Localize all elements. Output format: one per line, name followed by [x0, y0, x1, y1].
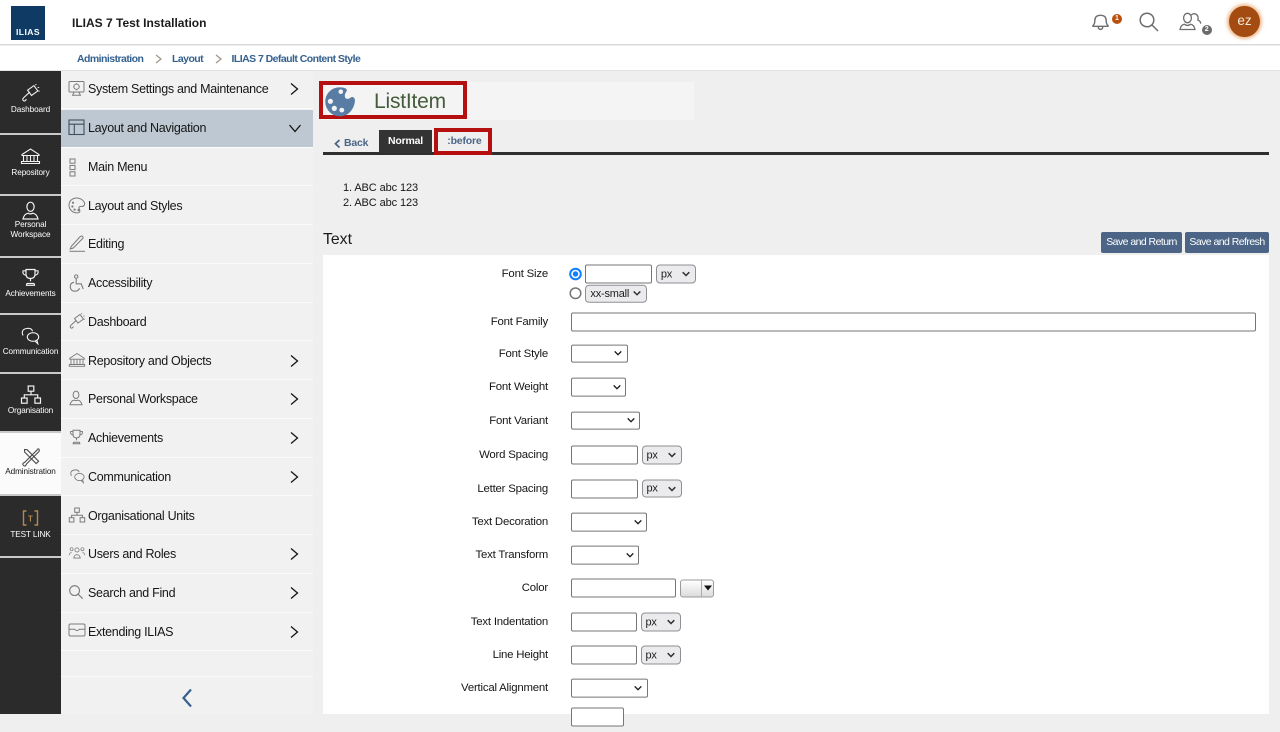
svg-text:T: T: [28, 514, 33, 523]
